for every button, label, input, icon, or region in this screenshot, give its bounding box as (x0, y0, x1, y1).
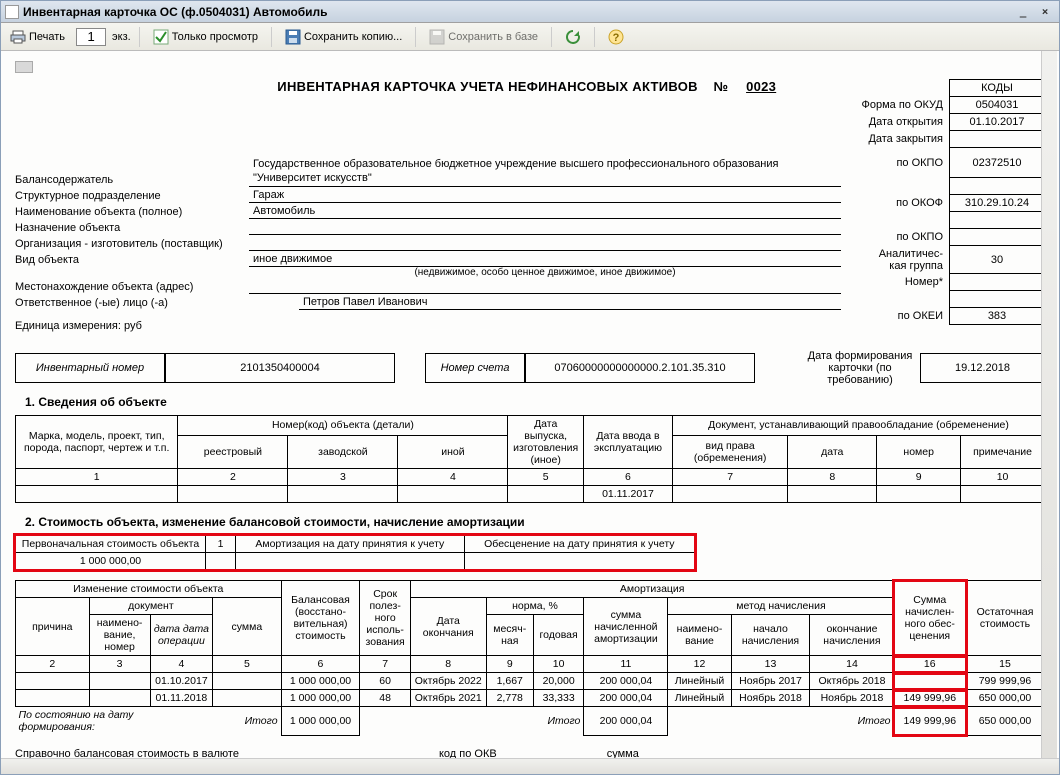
purpose-value (249, 221, 841, 235)
selection-marker (15, 61, 33, 73)
resp-label: Ответственное (-ые) лицо (-а) (15, 297, 295, 310)
print-label: Печать (29, 31, 65, 43)
kind-note: (недвижимое, особо ценное движимое, иное… (245, 267, 845, 278)
kind-value: иное движимое (249, 253, 841, 267)
name-label: Наименование объекта (полное) (15, 206, 245, 219)
floppy-icon (285, 29, 301, 45)
refresh-button[interactable] (560, 26, 586, 48)
section2-initial-table: Первоначальная стоимость объекта1Амортиз… (15, 535, 695, 570)
save-copy-button[interactable]: Сохранить копию... (280, 26, 407, 48)
help-icon: ? (608, 29, 624, 45)
holder-label: Балансодержатель (15, 174, 245, 187)
location-label: Местонахождение объекта (адрес) (15, 281, 245, 294)
name-value: Автомобиль (249, 205, 841, 219)
resp-value: Петров Павел Иванович (299, 296, 841, 310)
location-value (249, 280, 841, 294)
dept-value: Гараж (249, 189, 841, 203)
preview-toggle[interactable]: Только просмотр (148, 26, 263, 48)
maker-value (249, 237, 841, 251)
table-row: 01.11.20181 000 000,0048Октябрь 20212,77… (16, 690, 1045, 707)
maker-label: Организация - изготовитель (поставщик) (15, 238, 245, 251)
kind-label: Вид объекта (15, 254, 245, 267)
vertical-scrollbar[interactable] (1041, 51, 1057, 758)
inv-label: Инвентарный номер (15, 353, 165, 383)
section1-table: Марка, модель, проект, тип, порода, пасп… (15, 415, 1045, 503)
purpose-label: Назначение объекта (15, 222, 245, 235)
unit-label: Единица измерения: руб (15, 320, 245, 333)
preview-label: Только просмотр (172, 31, 258, 43)
acct-label: Номер счета (425, 353, 525, 383)
table-row: 01.10.20171 000 000,0060Октябрь 20221,66… (16, 673, 1045, 690)
window-title: Инвентарная карточка ОС (ф.0504031) Авто… (23, 5, 328, 19)
window-doc-icon (5, 5, 19, 19)
section2-amort-table: Изменение стоимости объекта Балансовая (… (15, 580, 1045, 736)
inv-value: 2101350400004 (165, 353, 395, 383)
doc-title: ИНВЕНТАРНАЯ КАРТОЧКА УЧЕТА НЕФИНАНСОВЫХ … (215, 79, 845, 94)
form-date-label: Дата формирования карточки (по требовани… (800, 353, 920, 383)
help-button[interactable]: ? (603, 26, 629, 48)
refresh-icon (565, 29, 581, 45)
printer-icon (10, 29, 26, 45)
doc-number: 0023 (740, 79, 782, 94)
horizontal-scrollbar[interactable] (1, 758, 1059, 774)
section2-title: 2. Стоимость объекта, изменение балансов… (25, 515, 1045, 529)
save-db-button[interactable]: Сохранить в базе (424, 26, 543, 48)
minimize-button[interactable]: _ (1013, 4, 1033, 20)
close-button[interactable]: × (1035, 4, 1055, 20)
floppy-db-icon (429, 29, 445, 45)
checkbox-checked-icon (153, 29, 169, 45)
table-total-row: По состоянию на дату формирования: Итого… (16, 707, 1045, 736)
copies-input[interactable] (76, 28, 106, 46)
codes-table: КОДЫ Форма по ОКУД0504031 Дата открытия0… (855, 79, 1046, 325)
form-date-value: 19.12.2018 (920, 353, 1045, 383)
save-db-label: Сохранить в базе (448, 31, 538, 43)
holder-value: Государственное образовательное бюджетно… (249, 157, 841, 187)
dept-label: Структурное подразделение (15, 190, 245, 203)
acct-value: 07060000000000000.2.101.35.310 (525, 353, 755, 383)
print-button[interactable]: Печать (5, 26, 70, 48)
copies-unit: экз. (112, 31, 131, 43)
save-copy-label: Сохранить копию... (304, 31, 402, 43)
svg-text:?: ? (613, 32, 620, 44)
section1-title: 1. Сведения об объекте (25, 395, 1045, 409)
